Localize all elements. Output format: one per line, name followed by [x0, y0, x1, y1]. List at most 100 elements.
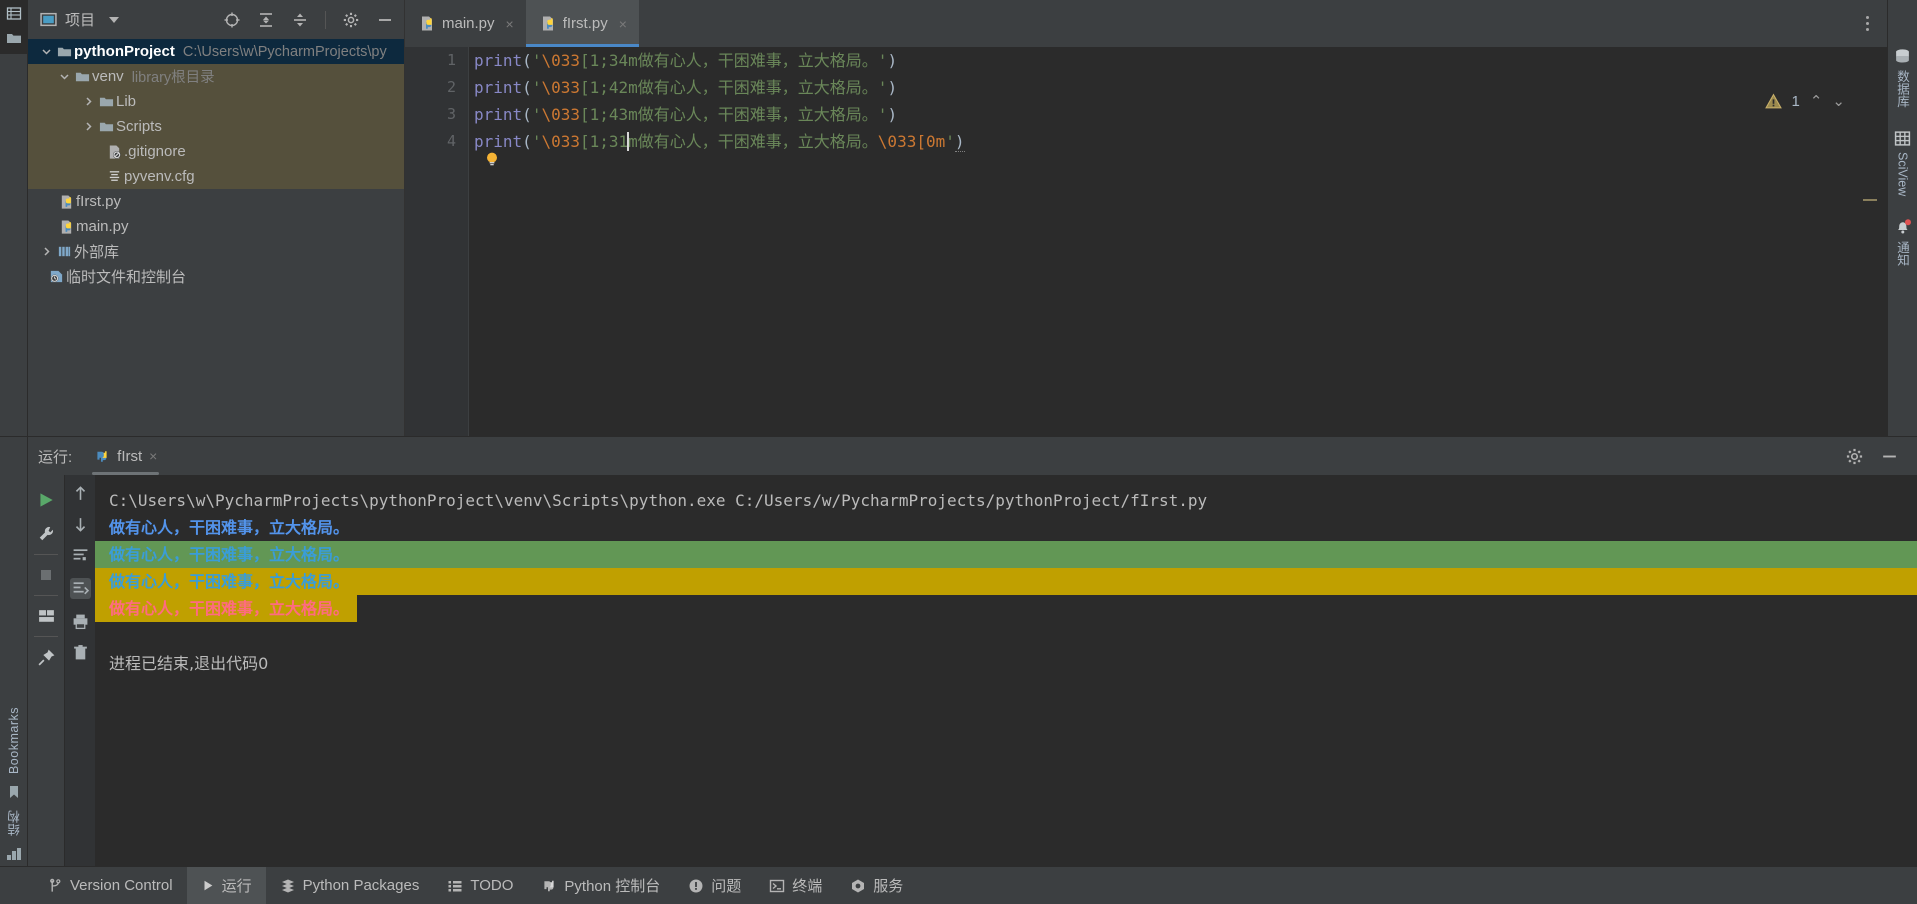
pin-icon[interactable] — [29, 640, 63, 674]
code-ansi: [1;31 — [579, 132, 629, 151]
left-rail-item-bookmarks-label[interactable]: Bookmarks — [7, 707, 21, 774]
folder-icon — [96, 119, 116, 134]
right-rail-item-notifications[interactable]: 通知 — [1893, 218, 1912, 266]
tree-item-pyvenvcfg[interactable]: pyvenv.cfg — [28, 164, 404, 189]
tree-item-scratches-consoles[interactable]: 临时文件和控制台 — [28, 264, 404, 289]
status-item-problems[interactable]: 问题 — [674, 867, 755, 904]
code-quote-end: ' — [877, 51, 888, 70]
folder-icon[interactable] — [6, 30, 22, 46]
status-item-python-console[interactable]: Python 控制台 — [527, 867, 674, 904]
code-escape: \033 — [541, 51, 580, 70]
scroll-down-icon[interactable] — [72, 516, 89, 533]
tree-item-pythonproject[interactable]: pythonProject C:\Users\w\PycharmProjects… — [28, 39, 404, 64]
close-icon[interactable]: × — [149, 448, 157, 464]
status-item-services[interactable]: 服务 — [836, 867, 917, 904]
editor-tab-bar: main.py × fIrst.py × — [405, 0, 1887, 47]
gear-icon[interactable] — [338, 7, 364, 33]
more-options-icon[interactable] — [1853, 4, 1881, 44]
code-escape: \033 — [541, 132, 580, 151]
chevron-down-icon[interactable] — [38, 46, 54, 57]
todo-icon — [447, 878, 463, 894]
left-rail-item-structure-label[interactable]: 结构 — [5, 810, 24, 836]
tree-item-venv[interactable]: venv library根目录 — [28, 64, 404, 89]
left-rail-top-group — [0, 0, 28, 54]
status-item-terminal[interactable]: 终端 — [755, 867, 836, 904]
status-item-python-packages[interactable]: Python Packages — [266, 867, 434, 904]
tree-item-label: pythonProject — [74, 43, 175, 60]
stop-icon[interactable] — [29, 558, 63, 592]
code-func: print — [474, 51, 523, 70]
run-side-toolbar — [28, 475, 65, 866]
tree-item-scripts[interactable]: Scripts — [28, 114, 404, 139]
run-tab-first[interactable]: fIrst × — [84, 437, 167, 475]
console-output-line-1: 做有心人，干困难事，立大格局。 — [109, 518, 350, 537]
line-number: 4 — [446, 132, 456, 150]
scroll-up-icon[interactable] — [72, 485, 89, 502]
code-paren: ( — [522, 132, 532, 151]
minimize-icon[interactable] — [1880, 447, 1899, 466]
layout-icon[interactable] — [29, 599, 63, 633]
chevron-right-icon[interactable] — [38, 246, 54, 257]
chevron-up-icon[interactable]: ⌃ — [1810, 92, 1823, 110]
run-icon[interactable] — [29, 483, 63, 517]
tree-item-label: venv — [92, 68, 124, 85]
bookmark-icon[interactable] — [6, 784, 22, 800]
tree-item-external-libraries[interactable]: 外部库 — [28, 239, 404, 264]
code-quote-end: ' — [877, 105, 888, 124]
scroll-to-end-icon[interactable] — [69, 578, 91, 599]
tree-item-label: pyvenv.cfg — [124, 168, 195, 185]
close-icon[interactable]: × — [619, 16, 627, 32]
run-console-output[interactable]: C:\Users\w\PycharmProjects\pythonProject… — [95, 475, 1917, 866]
minimize-icon[interactable] — [372, 7, 398, 33]
pycharm-window: Bookmarks 结构 项目 pythonProject C:\Users\w… — [0, 0, 1917, 904]
tree-item-first-py[interactable]: fIrst.py — [28, 189, 404, 214]
tree-item-gitignore[interactable]: .gitignore — [28, 139, 404, 164]
code-quote: ' — [531, 105, 542, 124]
right-rail-item-sciview[interactable]: SciView — [1894, 130, 1911, 196]
code-quote-end: ' — [945, 132, 955, 151]
trash-icon[interactable] — [72, 644, 89, 661]
tree-item-sublabel: C:\Users\w\PycharmProjects\py — [182, 43, 387, 60]
wrench-icon[interactable] — [29, 517, 63, 551]
python-file-icon — [94, 448, 110, 465]
chevron-down-icon[interactable] — [56, 71, 72, 82]
chevron-right-icon[interactable] — [80, 96, 96, 107]
intention-bulb-icon[interactable] — [484, 151, 499, 166]
folder-icon — [54, 44, 74, 59]
chevron-down-icon[interactable] — [109, 16, 120, 23]
editor-tab-first-py[interactable]: fIrst.py × — [525, 0, 640, 47]
status-item-version-control[interactable]: Version Control — [34, 867, 187, 904]
status-item-todo[interactable]: TODO — [433, 867, 527, 904]
locate-icon[interactable] — [219, 7, 245, 33]
tree-item-main-py[interactable]: main.py — [28, 214, 404, 239]
editor-tab-main-py[interactable]: main.py × — [405, 0, 526, 47]
editor-error-stripe-marker[interactable] — [1863, 199, 1877, 201]
gear-icon[interactable] — [1845, 447, 1864, 466]
status-item-label: Python 控制台 — [564, 878, 661, 895]
code-lines: print('\033[1;34m做有心人，干困难事，立大格局。') print… — [469, 47, 1887, 155]
collapse-all-icon[interactable] — [287, 7, 313, 33]
print-icon[interactable] — [72, 613, 89, 630]
inspection-widget[interactable]: 1 ⌃ ⌄ — [1764, 92, 1845, 110]
structure-icon[interactable] — [6, 846, 22, 862]
tree-item-lib[interactable]: Lib — [28, 89, 404, 114]
chevron-down-icon[interactable]: ⌄ — [1832, 92, 1845, 110]
chevron-right-icon[interactable] — [80, 121, 96, 132]
console-gutter-toolbar — [65, 475, 95, 866]
line-number: 1 — [446, 51, 456, 69]
branch-icon — [48, 878, 63, 894]
warning-count: 1 — [1791, 92, 1800, 110]
run-panel-header: 运行: fIrst × — [28, 437, 1917, 475]
right-rail-item-database[interactable]: 数据库 — [1893, 48, 1912, 108]
status-item-run[interactable]: 运行 — [186, 866, 266, 904]
soft-wrap-icon[interactable] — [72, 547, 89, 564]
code-quote-end: ' — [877, 78, 888, 97]
expand-all-icon[interactable] — [253, 7, 279, 33]
folder-icon — [72, 69, 92, 84]
right-rail-label: SciView — [1895, 151, 1910, 196]
tree-item-label: 外部库 — [74, 244, 120, 261]
close-icon[interactable]: × — [506, 16, 514, 32]
console-command-line: C:\Users\w\PycharmProjects\pythonProject… — [109, 491, 1208, 510]
project-icon[interactable] — [6, 6, 22, 22]
right-rail-label: 数据库 — [1895, 70, 1909, 108]
